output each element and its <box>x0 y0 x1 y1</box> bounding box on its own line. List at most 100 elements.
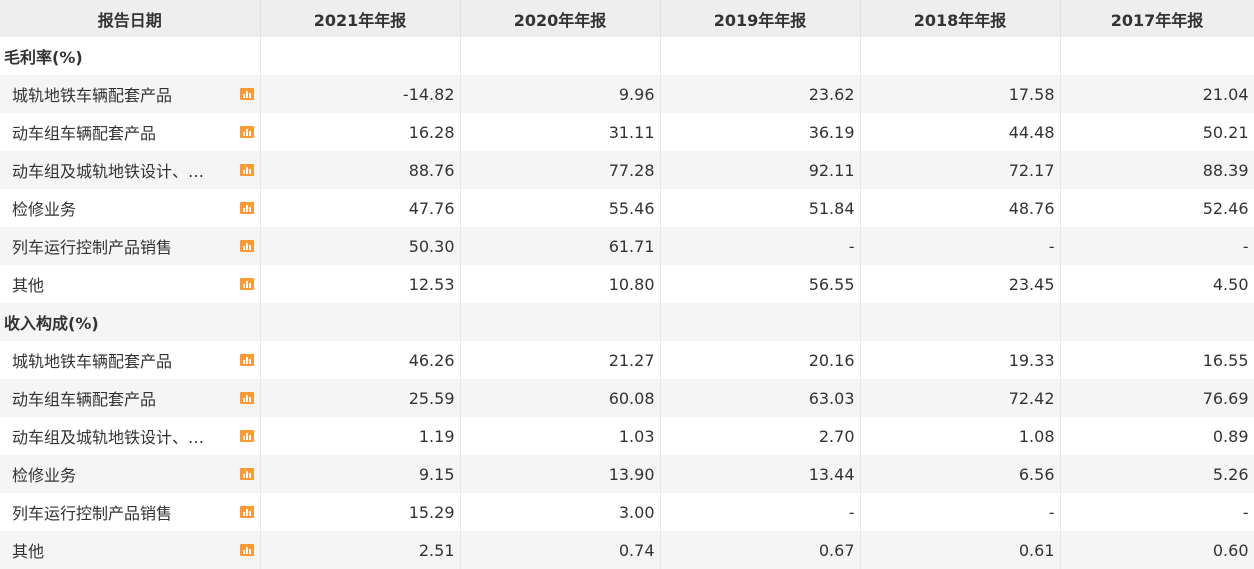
value-cell: - <box>660 493 861 531</box>
value-cell: 25.59 <box>260 379 461 417</box>
header-column: 2020年年报 <box>460 0 661 37</box>
row-label: 检修业务 <box>12 200 77 219</box>
value-cell: -14.82 <box>260 75 461 113</box>
value-cell: 19.33 <box>860 341 1061 379</box>
value-cell: 12.53 <box>260 265 461 303</box>
row-label: 检修业务 <box>12 466 77 485</box>
value-cell: 1.19 <box>260 417 461 455</box>
row-label-cell: 列车运行控制产品销售 <box>0 493 261 531</box>
row-label-cell: 城轨地铁车辆配套产品 <box>0 75 261 113</box>
table-row: 检修业务 9.15 13.90 13.44 6.56 5.26 <box>0 455 1254 493</box>
value-cell: 10.80 <box>460 265 661 303</box>
table-row: 列车运行控制产品销售 15.29 3.00 - - - <box>0 493 1254 531</box>
value-cell: 0.67 <box>660 531 861 569</box>
bar-chart-icon[interactable] <box>239 430 254 442</box>
value-cell: 47.76 <box>260 189 461 227</box>
value-cell: 31.11 <box>460 113 661 151</box>
value-cell: 1.03 <box>460 417 661 455</box>
bar-chart-icon[interactable] <box>239 202 254 214</box>
row-label-cell: 动车组车辆配套产品 <box>0 379 261 417</box>
bar-chart-icon[interactable] <box>239 354 254 366</box>
table-row: 其他 12.53 10.80 56.55 23.45 4.50 <box>0 265 1254 303</box>
table-row: 动车组及城轨地铁设计、… 1.19 1.03 2.70 1.08 0.89 <box>0 417 1254 455</box>
value-cell: 2.51 <box>260 531 461 569</box>
value-cell: 60.08 <box>460 379 661 417</box>
table-row: 动车组车辆配套产品 25.59 60.08 63.03 72.42 76.69 <box>0 379 1254 417</box>
table-row: 其他 2.51 0.74 0.67 0.61 0.60 <box>0 531 1254 569</box>
row-label-cell: 检修业务 <box>0 189 261 227</box>
table-row: 城轨地铁车辆配套产品 46.26 21.27 20.16 19.33 16.55 <box>0 341 1254 379</box>
bar-chart-icon[interactable] <box>239 544 254 556</box>
row-label: 动车组车辆配套产品 <box>12 390 157 409</box>
section-title: 收入构成(%) <box>0 303 261 341</box>
bar-chart-icon[interactable] <box>239 392 254 404</box>
value-cell: 17.58 <box>860 75 1061 113</box>
value-cell: 61.71 <box>460 227 661 265</box>
value-cell: 0.60 <box>1060 531 1254 569</box>
value-cell: 56.55 <box>660 265 861 303</box>
header-column: 2018年年报 <box>860 0 1061 37</box>
value-cell: 23.62 <box>660 75 861 113</box>
value-cell: 0.74 <box>460 531 661 569</box>
table-row: 检修业务 47.76 55.46 51.84 48.76 52.46 <box>0 189 1254 227</box>
value-cell: 23.45 <box>860 265 1061 303</box>
row-label-cell: 城轨地铁车辆配套产品 <box>0 341 261 379</box>
row-label-cell: 动车组及城轨地铁设计、… <box>0 417 261 455</box>
value-cell: 13.44 <box>660 455 861 493</box>
header-column: 2017年年报 <box>1060 0 1254 37</box>
row-label: 城轨地铁车辆配套产品 <box>12 352 173 371</box>
value-cell: 0.89 <box>1060 417 1254 455</box>
value-cell: 77.28 <box>460 151 661 189</box>
bar-chart-icon[interactable] <box>239 278 254 290</box>
row-label: 城轨地铁车辆配套产品 <box>12 86 173 105</box>
value-cell: 13.90 <box>460 455 661 493</box>
value-cell: 92.11 <box>660 151 861 189</box>
row-label: 其他 <box>12 276 45 295</box>
bar-chart-icon[interactable] <box>239 88 254 100</box>
header-column: 2021年年报 <box>260 0 461 37</box>
value-cell: 76.69 <box>1060 379 1254 417</box>
table-row: 动车组车辆配套产品 16.28 31.11 36.19 44.48 50.21 <box>0 113 1254 151</box>
header-column: 2019年年报 <box>660 0 861 37</box>
value-cell: 6.56 <box>860 455 1061 493</box>
value-cell: - <box>1060 493 1254 531</box>
value-cell: 63.03 <box>660 379 861 417</box>
row-label: 动车组车辆配套产品 <box>12 124 157 143</box>
row-label-cell: 列车运行控制产品销售 <box>0 227 261 265</box>
bar-chart-icon[interactable] <box>239 126 254 138</box>
row-label-cell: 检修业务 <box>0 455 261 493</box>
value-cell: 16.28 <box>260 113 461 151</box>
value-cell: 51.84 <box>660 189 861 227</box>
section-title: 毛利率(%) <box>0 37 261 75</box>
section-row: 收入构成(%) <box>0 303 1254 341</box>
row-label: 动车组及城轨地铁设计、… <box>12 162 205 181</box>
row-label-cell: 其他 <box>0 265 261 303</box>
row-label-cell: 动车组车辆配套产品 <box>0 113 261 151</box>
value-cell: 20.16 <box>660 341 861 379</box>
bar-chart-icon[interactable] <box>239 240 254 252</box>
value-cell: 3.00 <box>460 493 661 531</box>
header-report-date: 报告日期 <box>0 0 261 37</box>
value-cell: 50.30 <box>260 227 461 265</box>
row-label: 动车组及城轨地铁设计、… <box>12 428 205 447</box>
bar-chart-icon[interactable] <box>239 506 254 518</box>
table-row: 列车运行控制产品销售 50.30 61.71 - - - <box>0 227 1254 265</box>
value-cell: 2.70 <box>660 417 861 455</box>
financial-table: 报告日期 2021年年报 2020年年报 2019年年报 2018年年报 201… <box>0 0 1254 569</box>
row-label-cell: 其他 <box>0 531 261 569</box>
bar-chart-icon[interactable] <box>239 164 254 176</box>
value-cell: 88.76 <box>260 151 461 189</box>
section-row: 毛利率(%) <box>0 37 1254 75</box>
value-cell: 21.27 <box>460 341 661 379</box>
value-cell: 4.50 <box>1060 265 1254 303</box>
bar-chart-icon[interactable] <box>239 468 254 480</box>
value-cell: 46.26 <box>260 341 461 379</box>
row-label: 列车运行控制产品销售 <box>12 238 173 257</box>
value-cell: 9.96 <box>460 75 661 113</box>
value-cell: 88.39 <box>1060 151 1254 189</box>
value-cell: 9.15 <box>260 455 461 493</box>
value-cell: - <box>860 493 1061 531</box>
value-cell: 15.29 <box>260 493 461 531</box>
header-row: 报告日期 2021年年报 2020年年报 2019年年报 2018年年报 201… <box>0 0 1254 37</box>
value-cell: - <box>1060 227 1254 265</box>
